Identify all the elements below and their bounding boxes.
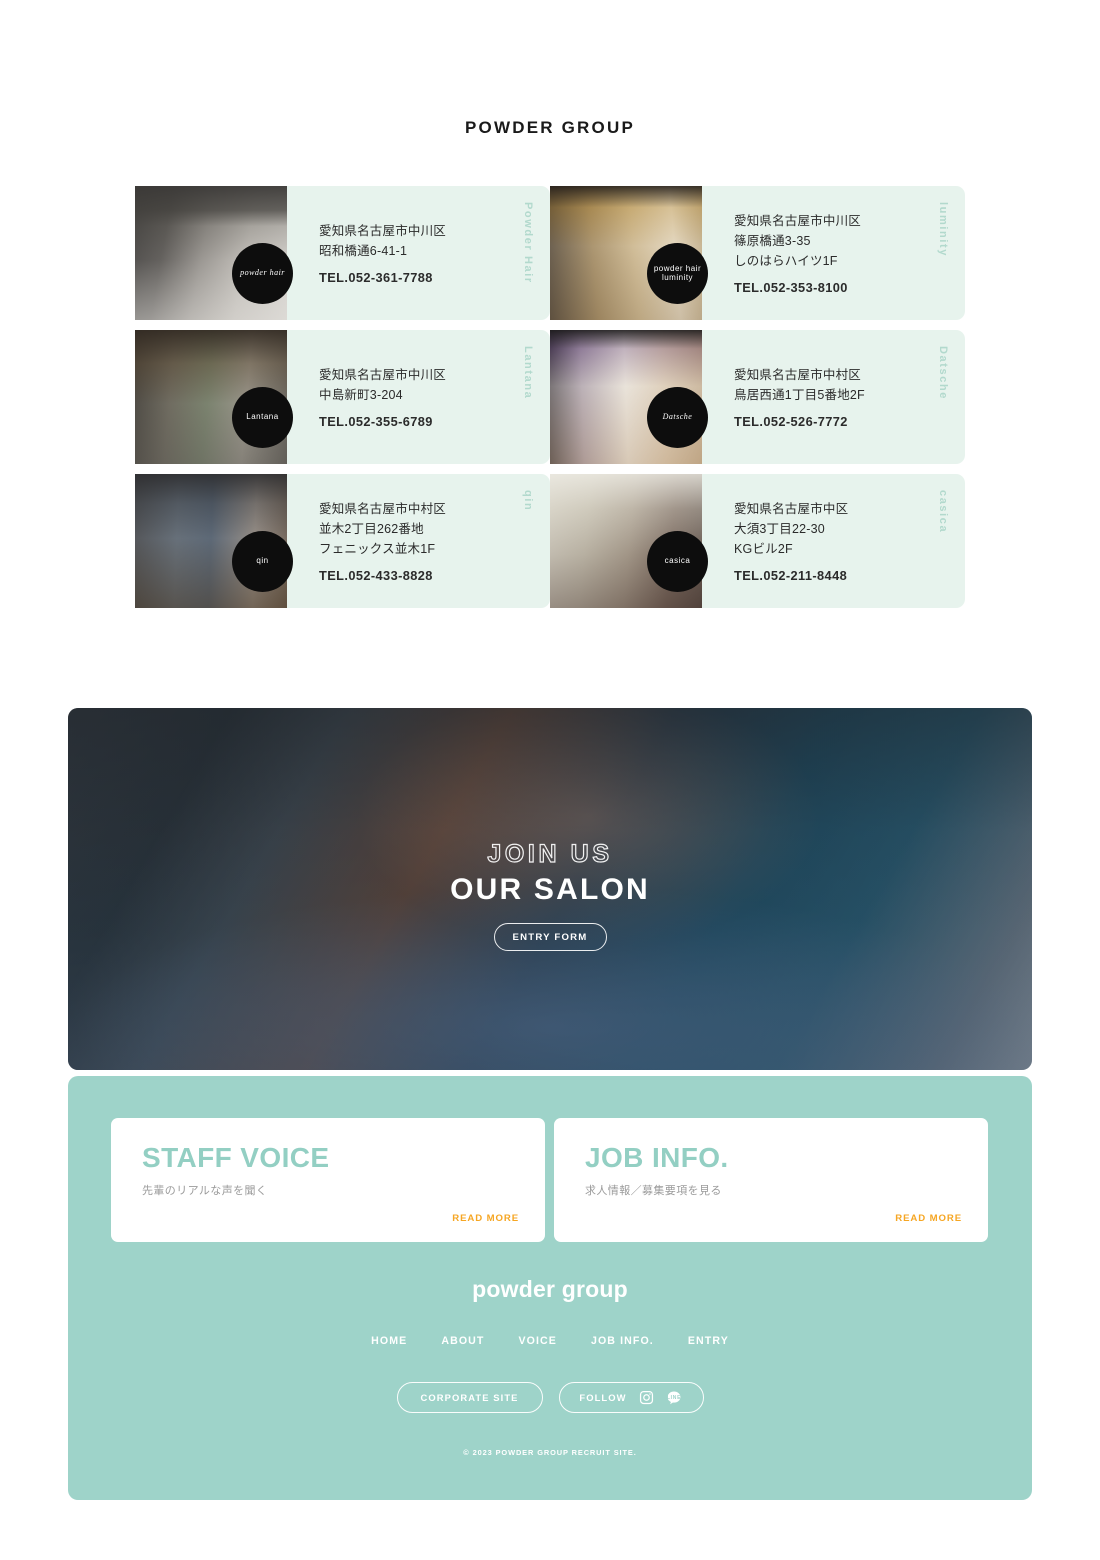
salon-logo-text: powder hair luminity [653, 263, 702, 282]
salon-tel[interactable]: TEL.052-211-8448 [734, 568, 965, 583]
footer-nav-job-info[interactable]: JOB INFO. [591, 1335, 654, 1347]
salon-address-line-1: 愛知県名古屋市中村区 [319, 501, 447, 516]
salon-info: 愛知県名古屋市中川区 篠原橋通3-35 しのはらハイツ1F TEL.052-35… [702, 186, 965, 320]
staff-voice-read-more[interactable]: READ MORE [452, 1213, 519, 1224]
footer-nav-home[interactable]: HOME [371, 1335, 407, 1347]
salon-tel[interactable]: TEL.052-433-8828 [319, 568, 550, 583]
salon-logo-badge: powder hair [232, 243, 293, 304]
salon-address-line-2: 篠原橋通3-35 [734, 233, 811, 248]
entry-form-button[interactable]: ENTRY FORM [493, 923, 607, 951]
hero-headline: OUR SALON [450, 873, 650, 906]
link-cards: STAFF VOICE 先輩のリアルな声を聞く READ MORE JOB IN… [111, 1118, 989, 1242]
footer-panel: STAFF VOICE 先輩のリアルな声を聞く READ MORE JOB IN… [68, 1076, 1032, 1500]
salon-address-line-1: 愛知県名古屋市中川区 [319, 367, 447, 382]
staff-voice-card[interactable]: STAFF VOICE 先輩のリアルな声を聞く READ MORE [111, 1118, 545, 1242]
salon-info: 愛知県名古屋市中村区 鳥居西通1丁目5番地2F TEL.052-526-7772 [702, 330, 965, 464]
salon-card-powder-hair[interactable]: powder hair 愛知県名古屋市中川区 昭和橋通6-41-1 TEL.05… [135, 186, 550, 320]
staff-voice-subtitle: 先輩のリアルな声を聞く [142, 1185, 268, 1197]
salon-logo-badge: qin [232, 531, 293, 592]
salon-address-line-1: 愛知県名古屋市中区 [734, 501, 849, 516]
salon-logo-badge: Lantana [232, 387, 293, 448]
footer-buttons: CORPORATE SITE FOLLOW LINE [68, 1382, 1032, 1413]
salon-address-line-3: しのはらハイツ1F [734, 254, 838, 269]
hero-content: JOIN US OUR SALON ENTRY FORM [68, 708, 1032, 1070]
hero-banner: JOIN US OUR SALON ENTRY FORM [68, 708, 1032, 1070]
salon-logo-badge: Datsche [647, 387, 708, 448]
salon-address-line-3: KGビル2F [734, 542, 793, 557]
salon-info: 愛知県名古屋市中村区 並木2丁目262番地 フェニックス並木1F TEL.052… [287, 474, 550, 608]
salon-card-datsche[interactable]: Datsche 愛知県名古屋市中村区 鳥居西通1丁目5番地2F TEL.052-… [550, 330, 965, 464]
salon-tel[interactable]: TEL.052-355-6789 [319, 414, 550, 429]
salon-grid: powder hair 愛知県名古屋市中川区 昭和橋通6-41-1 TEL.05… [135, 186, 965, 613]
salon-info: 愛知県名古屋市中区 大須3丁目22-30 KGビル2F TEL.052-211-… [702, 474, 965, 608]
salon-name-vertical: luminity [937, 202, 949, 257]
staff-voice-title: STAFF VOICE [142, 1142, 330, 1173]
corporate-site-button[interactable]: CORPORATE SITE [396, 1382, 543, 1413]
footer-nav-entry[interactable]: ENTRY [688, 1335, 729, 1347]
salon-name-vertical: Lantana [522, 346, 534, 400]
page-title: POWDER GROUP [465, 118, 635, 137]
salon-logo-badge: casica [647, 531, 708, 592]
salon-logo-text: powder hair [240, 268, 285, 278]
job-info-subtitle: 求人情報／募集要項を見る [585, 1185, 722, 1197]
salon-card-lantana[interactable]: Lantana 愛知県名古屋市中川区 中島新町3-204 TEL.052-355… [135, 330, 550, 464]
footer-nav-about[interactable]: ABOUT [441, 1335, 484, 1347]
salon-tel[interactable]: TEL.052-353-8100 [734, 280, 965, 295]
salon-card-qin[interactable]: qin 愛知県名古屋市中村区 並木2丁目262番地 フェニックス並木1F TEL… [135, 474, 550, 608]
salon-logo-text: casica [664, 556, 691, 566]
salon-card-casica[interactable]: casica 愛知県名古屋市中区 大須3丁目22-30 KGビル2F TEL.0… [550, 474, 965, 608]
salon-address-line-1: 愛知県名古屋市中村区 [734, 367, 862, 382]
salon-logo-text: qin [256, 556, 269, 566]
salon-name-vertical: Powder Hair [522, 202, 534, 284]
salon-address-line-2: 昭和橋通6-41-1 [319, 244, 408, 258]
footer-nav: HOME ABOUT VOICE JOB INFO. ENTRY [68, 1335, 1032, 1347]
job-info-read-more[interactable]: READ MORE [895, 1213, 962, 1224]
salon-address-line-2: 大須3丁目22-30 [734, 521, 825, 536]
footer-nav-voice[interactable]: VOICE [519, 1335, 557, 1347]
line-chat-icon[interactable]: LINE [666, 1389, 683, 1406]
follow-button[interactable]: FOLLOW LINE [558, 1382, 704, 1413]
job-info-title: JOB INFO. [585, 1142, 729, 1173]
salon-name-vertical: Datsche [937, 346, 949, 400]
salon-address-line-1: 愛知県名古屋市中川区 [319, 223, 447, 238]
salon-tel[interactable]: TEL.052-361-7788 [319, 270, 550, 285]
salon-address-line-2: 鳥居西通1丁目5番地2F [734, 388, 865, 402]
footer-logo[interactable]: powder group [68, 1276, 1032, 1303]
copyright-text: © 2023 POWDER GROUP RECRUIT SITE. [463, 1448, 637, 1457]
salon-address-line-1: 愛知県名古屋市中川区 [734, 213, 862, 228]
instagram-icon[interactable] [638, 1389, 655, 1406]
salon-logo-text: Lantana [246, 412, 279, 422]
salon-address-line-3: フェニックス並木1F [319, 542, 436, 557]
recruit-page: POWDER GROUP powder hair 愛知県名古屋市中川区 昭和橋通… [0, 0, 1100, 1560]
svg-text:LINE: LINE [667, 1394, 681, 1400]
job-info-card[interactable]: JOB INFO. 求人情報／募集要項を見る READ MORE [554, 1118, 988, 1242]
salon-address-line-2: 並木2丁目262番地 [319, 521, 424, 536]
salon-name-vertical: casica [937, 490, 949, 534]
salon-info: 愛知県名古屋市中川区 昭和橋通6-41-1 TEL.052-361-7788 [287, 186, 550, 320]
salon-info: 愛知県名古屋市中川区 中島新町3-204 TEL.052-355-6789 [287, 330, 550, 464]
salon-tel[interactable]: TEL.052-526-7772 [734, 414, 965, 429]
follow-label: FOLLOW [579, 1392, 627, 1403]
salon-logo-badge: powder hair luminity [647, 243, 708, 304]
salon-name-vertical: qin [522, 490, 534, 512]
salon-logo-text: Datsche [662, 412, 693, 422]
salon-card-luminity[interactable]: powder hair luminity 愛知県名古屋市中川区 篠原橋通3-35… [550, 186, 965, 320]
salon-address-line-2: 中島新町3-204 [319, 388, 403, 402]
hero-eyebrow: JOIN US [487, 840, 613, 868]
